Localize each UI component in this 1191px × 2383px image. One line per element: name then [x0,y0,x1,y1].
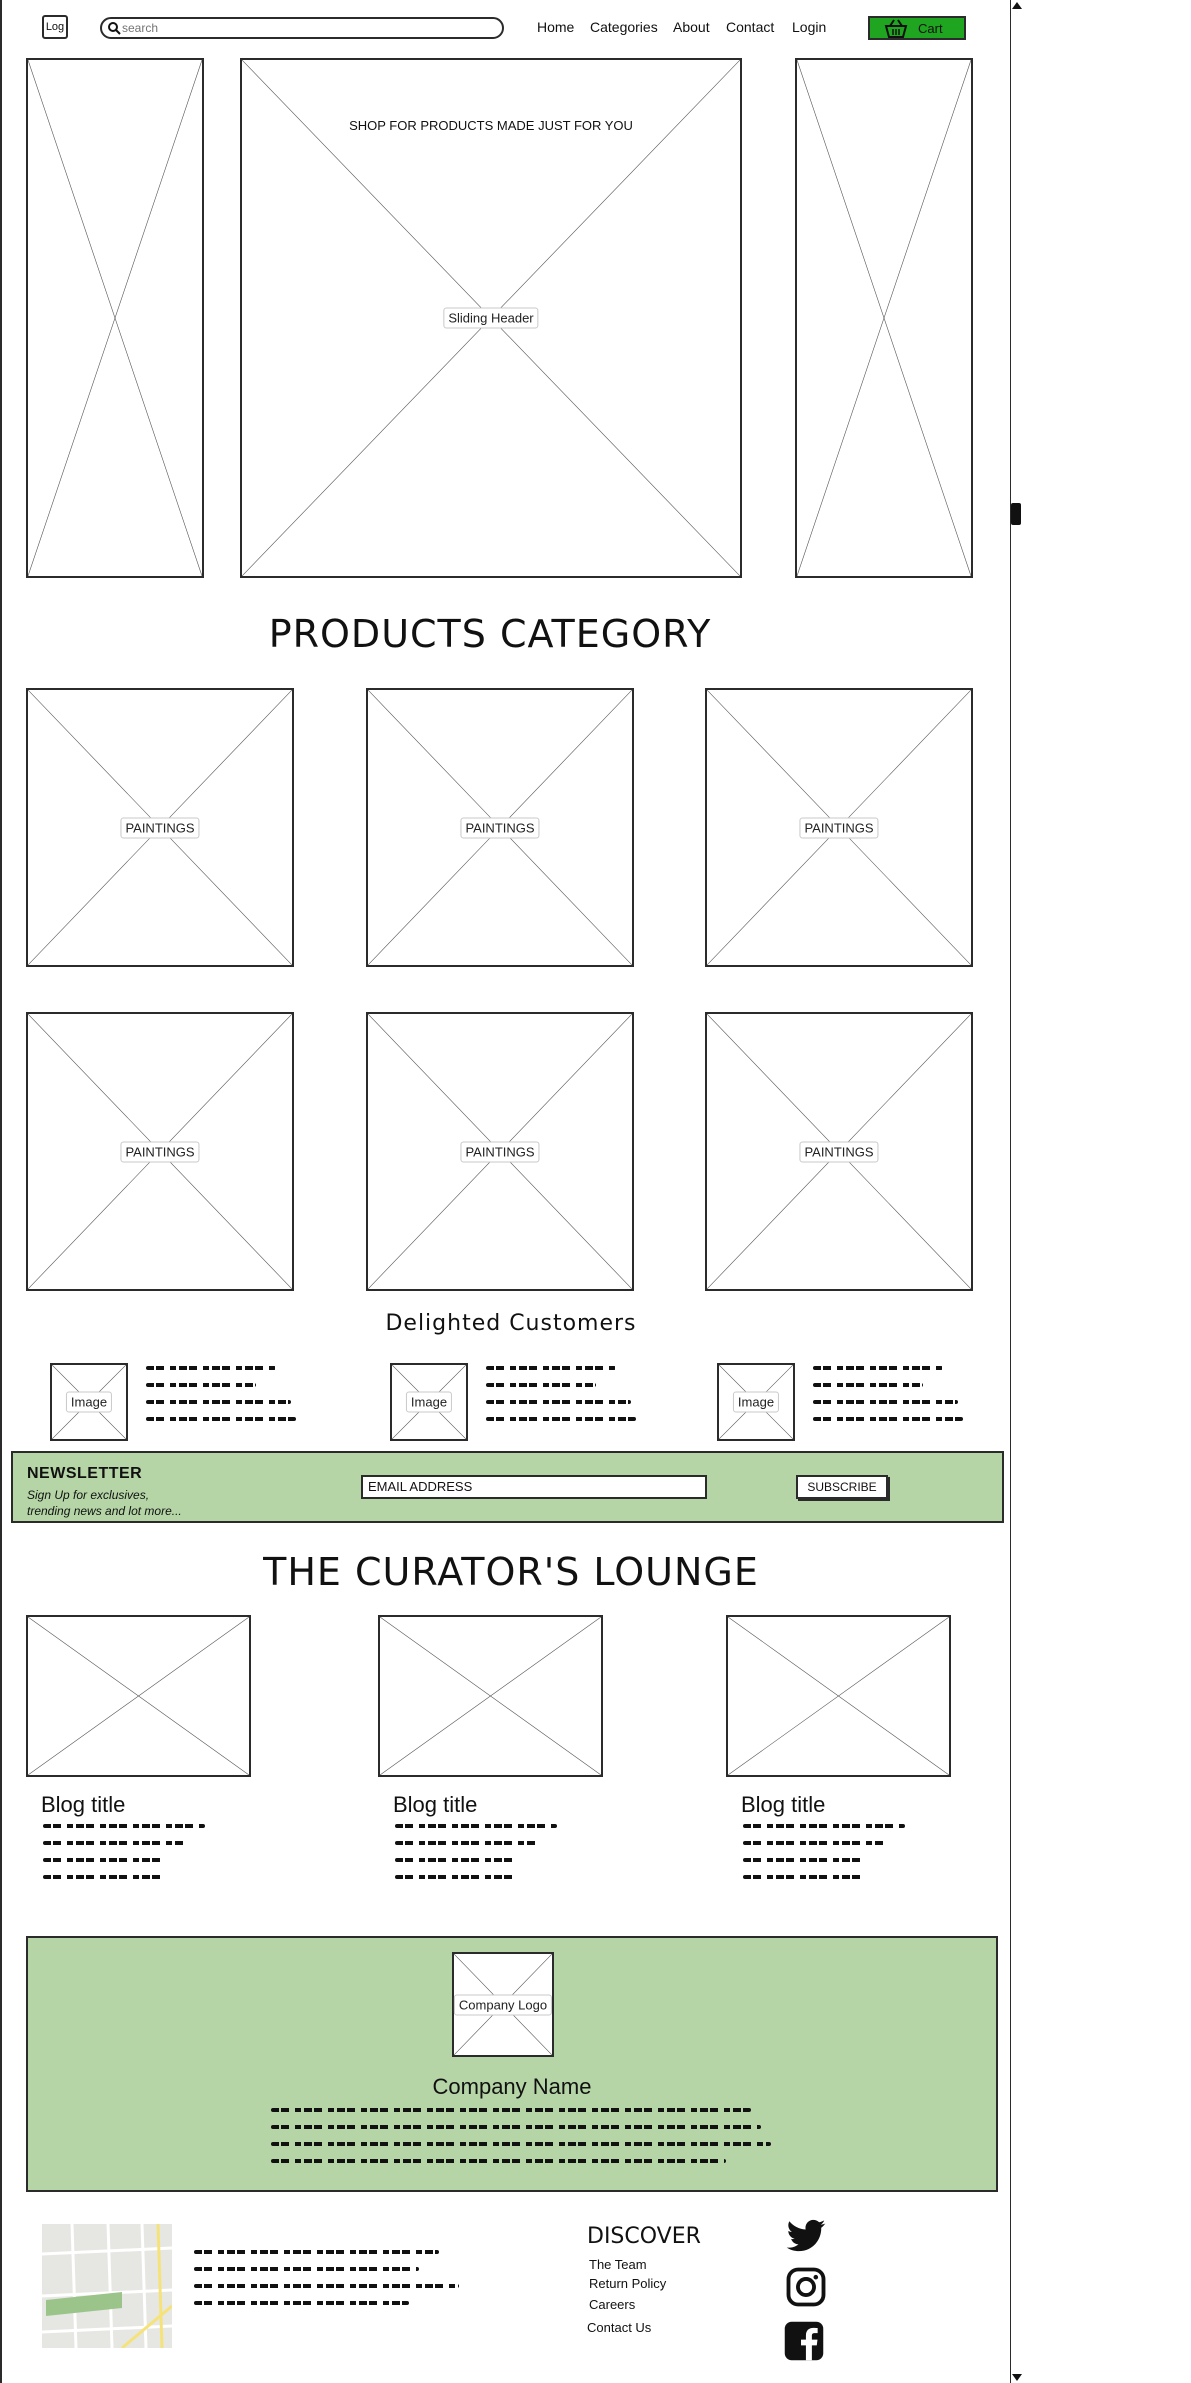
blog-excerpt [395,1824,565,1892]
image-label: Image [65,1391,113,1413]
category-card[interactable]: PAINTINGS [26,1012,294,1291]
category-card[interactable]: PAINTINGS [26,688,294,967]
company-logo[interactable]: Company Logo [452,1952,554,2057]
newsletter-banner: NEWSLETTER Sign Up for exclusives, trend… [11,1451,1004,1523]
company-banner: Company Logo Company Name [26,1936,998,2192]
image-label: Image [405,1391,453,1413]
company-logo-label: Company Logo [453,1994,553,2015]
blog-image[interactable] [26,1615,251,1777]
search-bar[interactable] [100,17,504,39]
twitter-icon[interactable] [785,2219,827,2255]
search-icon [108,22,121,35]
category-card[interactable]: PAINTINGS [705,688,973,967]
blog-excerpt [743,1824,913,1892]
discover-title: DISCOVER [587,2224,701,2249]
categories-title: PRODUCTS CATEGORY [268,612,712,656]
basket-icon [884,19,908,38]
cart-button[interactable]: Cart [868,16,966,40]
search-input[interactable] [122,20,492,36]
testimonial-text [486,1366,636,1434]
testimonials-title: Delighted Customers [385,1311,637,1336]
footer-link-return-policy[interactable]: Return Policy [589,2276,666,2291]
vertical-scrollbar[interactable] [1010,0,1022,2383]
blog-post-title[interactable]: Blog title [741,1792,825,1818]
slider-label: Sliding Header [443,307,539,329]
footer-link-contact[interactable]: Contact Us [587,2320,651,2335]
testimonial-text [146,1366,296,1434]
newsletter-title: NEWSLETTER [27,1465,143,1482]
nav-categories[interactable]: Categories [590,19,658,35]
newsletter-subtitle-2: trending news and lot more... [27,1504,182,1518]
instagram-icon[interactable] [785,2266,827,2308]
hero-side-image-right [795,58,973,578]
hero-tagline: SHOP FOR PRODUCTS MADE JUST FOR YOU [349,118,633,133]
category-label: PAINTINGS [120,817,200,838]
testimonial-image: Image [390,1363,468,1441]
subscribe-button[interactable]: SUBSCRIBE [796,1475,888,1499]
category-label: PAINTINGS [799,1141,879,1162]
category-label: PAINTINGS [460,817,540,838]
category-card[interactable]: PAINTINGS [366,1012,634,1291]
email-field[interactable]: EMAIL ADDRESS [361,1475,707,1499]
image-label: Image [732,1391,780,1413]
map-thumbnail[interactable] [42,2224,172,2348]
blog-title: THE CURATOR'S LOUNGE [263,1550,759,1594]
company-name: Company Name [432,2074,592,2099]
category-label: PAINTINGS [120,1141,200,1162]
category-card[interactable]: PAINTINGS [705,1012,973,1291]
category-label: PAINTINGS [460,1141,540,1162]
scroll-thumb[interactable] [1011,503,1021,525]
map-image [42,2224,172,2348]
hero-slider[interactable]: SHOP FOR PRODUCTS MADE JUST FOR YOU Slid… [240,58,742,578]
footer-link-team[interactable]: The Team [589,2257,647,2272]
cart-label: Cart [918,21,943,36]
blog-image[interactable] [726,1615,951,1777]
hero-side-image-left [26,58,204,578]
nav-home[interactable]: Home [537,19,574,35]
company-description [271,2108,771,2176]
facebook-icon[interactable] [783,2320,825,2362]
testimonial-text [813,1366,963,1434]
blog-post-title[interactable]: Blog title [41,1792,125,1818]
testimonial-image: Image [50,1363,128,1441]
footer-link-careers[interactable]: Careers [589,2297,635,2312]
scroll-up-arrow[interactable] [1012,2,1022,9]
category-label: PAINTINGS [799,817,879,838]
category-card[interactable]: PAINTINGS [366,688,634,967]
logo[interactable]: Log [42,15,68,39]
footer-address [194,2250,459,2318]
newsletter-subtitle-1: Sign Up for exclusives, [27,1488,150,1502]
blog-post-title[interactable]: Blog title [393,1792,477,1818]
testimonial-image: Image [717,1363,795,1441]
nav-login[interactable]: Login [792,19,826,35]
scroll-down-arrow[interactable] [1012,2374,1022,2381]
nav-about[interactable]: About [673,19,710,35]
blog-image[interactable] [378,1615,603,1777]
nav-contact[interactable]: Contact [726,19,774,35]
blog-excerpt [43,1824,213,1892]
